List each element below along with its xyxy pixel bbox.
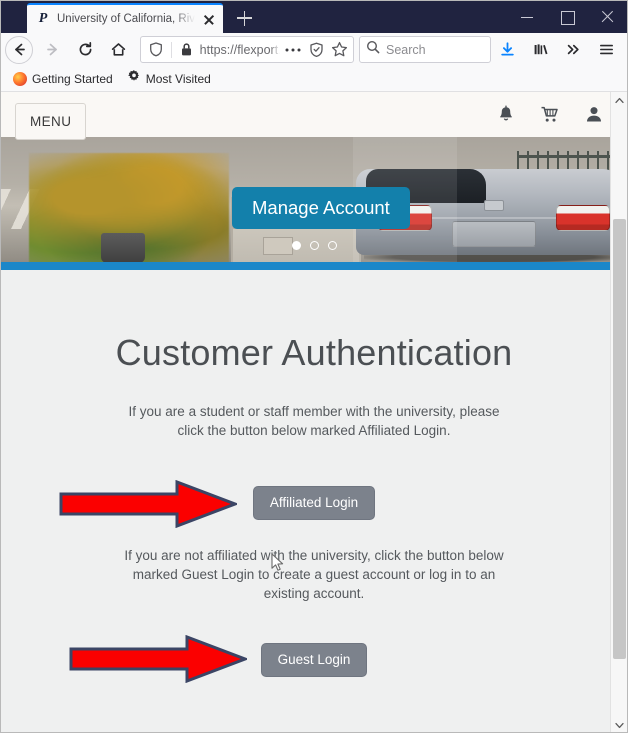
back-arrow-icon[interactable] — [5, 35, 33, 64]
window-controls — [507, 1, 627, 33]
download-arrow-icon[interactable] — [491, 35, 524, 64]
bookmark-label: Most Visited — [145, 71, 211, 86]
page-scrollbar[interactable] — [610, 92, 627, 732]
search-placeholder: Search — [386, 42, 426, 57]
carousel-dot-2[interactable] — [309, 241, 319, 250]
annotation-arrow-guest — [69, 635, 247, 683]
bookmark-getting-started[interactable]: Getting Started — [8, 70, 118, 88]
carousel-dot-1[interactable] — [291, 241, 301, 250]
bookmark-most-visited[interactable]: Most Visited — [122, 67, 216, 90]
forward-arrow-icon[interactable] — [36, 35, 69, 64]
site-header: MENU — [1, 92, 627, 140]
affiliated-instructions: If you are a student or staff member wit… — [128, 404, 500, 438]
browser-window: P University of California, Riversi — [0, 0, 628, 733]
tab-strip: P University of California, Riversi — [1, 1, 627, 33]
browser-tab[interactable]: P University of California, Riversi — [27, 3, 223, 33]
url-divider — [171, 41, 172, 58]
scrollbar-thumb[interactable] — [613, 219, 626, 659]
magnifier-icon — [366, 40, 380, 59]
navigation-toolbar: https://flexport.ucr.ed Search — [1, 33, 627, 66]
new-tab-button[interactable] — [229, 3, 259, 33]
carousel-dots — [1, 241, 627, 250]
url-bar[interactable]: https://flexport.ucr.ed — [140, 36, 354, 63]
hamburger-menu-icon[interactable] — [590, 35, 623, 64]
search-input[interactable]: Search — [359, 36, 491, 63]
guest-login-button[interactable]: Guest Login — [260, 643, 368, 677]
ellipsis-icon[interactable] — [283, 40, 303, 60]
carousel-dot-3[interactable] — [327, 241, 337, 250]
scroll-up-icon[interactable] — [611, 92, 627, 109]
notifications-bell-icon[interactable] — [495, 104, 517, 126]
padlock-icon[interactable] — [177, 40, 197, 60]
home-icon[interactable] — [102, 35, 135, 64]
reload-icon[interactable] — [69, 35, 102, 64]
page-title: Customer Authentication — [115, 332, 513, 373]
firefox-logo-icon — [13, 71, 27, 86]
shopping-cart-icon[interactable] — [539, 104, 561, 126]
scroll-down-icon[interactable] — [611, 717, 627, 732]
section-divider — [1, 262, 627, 270]
tab-favicon-icon: P — [38, 11, 48, 26]
library-icon[interactable] — [524, 35, 557, 64]
double-chevron-icon[interactable] — [557, 35, 590, 64]
maximize-icon[interactable] — [547, 1, 587, 33]
mouse-cursor — [271, 553, 285, 573]
bookmarks-bar: Getting Started Most Visited — [1, 66, 627, 92]
car-emblem — [484, 200, 504, 211]
gear-icon — [127, 69, 141, 88]
affiliated-login-row: Affiliated Login — [1, 480, 627, 528]
user-account-icon[interactable] — [583, 104, 605, 126]
guest-login-row: Guest Login — [1, 635, 627, 683]
bookmark-label: Getting Started — [32, 71, 113, 86]
main-content: Customer Authentication If you are a stu… — [1, 270, 627, 732]
site-header-icons — [495, 104, 613, 126]
annotation-arrow-affiliated — [59, 480, 237, 528]
guest-instructions: If you are not affiliated with the unive… — [124, 548, 504, 601]
close-icon[interactable] — [201, 11, 217, 27]
manage-account-button[interactable]: Manage Account — [232, 187, 410, 229]
shield-icon[interactable] — [146, 40, 166, 60]
car-taillight-right — [556, 205, 610, 231]
window-close-icon[interactable] — [587, 1, 627, 33]
star-icon[interactable] — [329, 40, 349, 60]
minimize-icon[interactable] — [507, 1, 547, 33]
menu-button[interactable]: MENU — [15, 103, 87, 140]
hero-carousel: Manage Account — [1, 137, 627, 262]
shield-check-icon[interactable] — [306, 40, 326, 60]
affiliated-login-button[interactable]: Affiliated Login — [252, 486, 376, 520]
page-viewport: MENU Manage Account Customer Authenticat… — [1, 92, 627, 732]
tab-title: University of California, Riversi — [57, 13, 195, 25]
url-text: https://flexport.ucr.ed — [199, 42, 280, 57]
